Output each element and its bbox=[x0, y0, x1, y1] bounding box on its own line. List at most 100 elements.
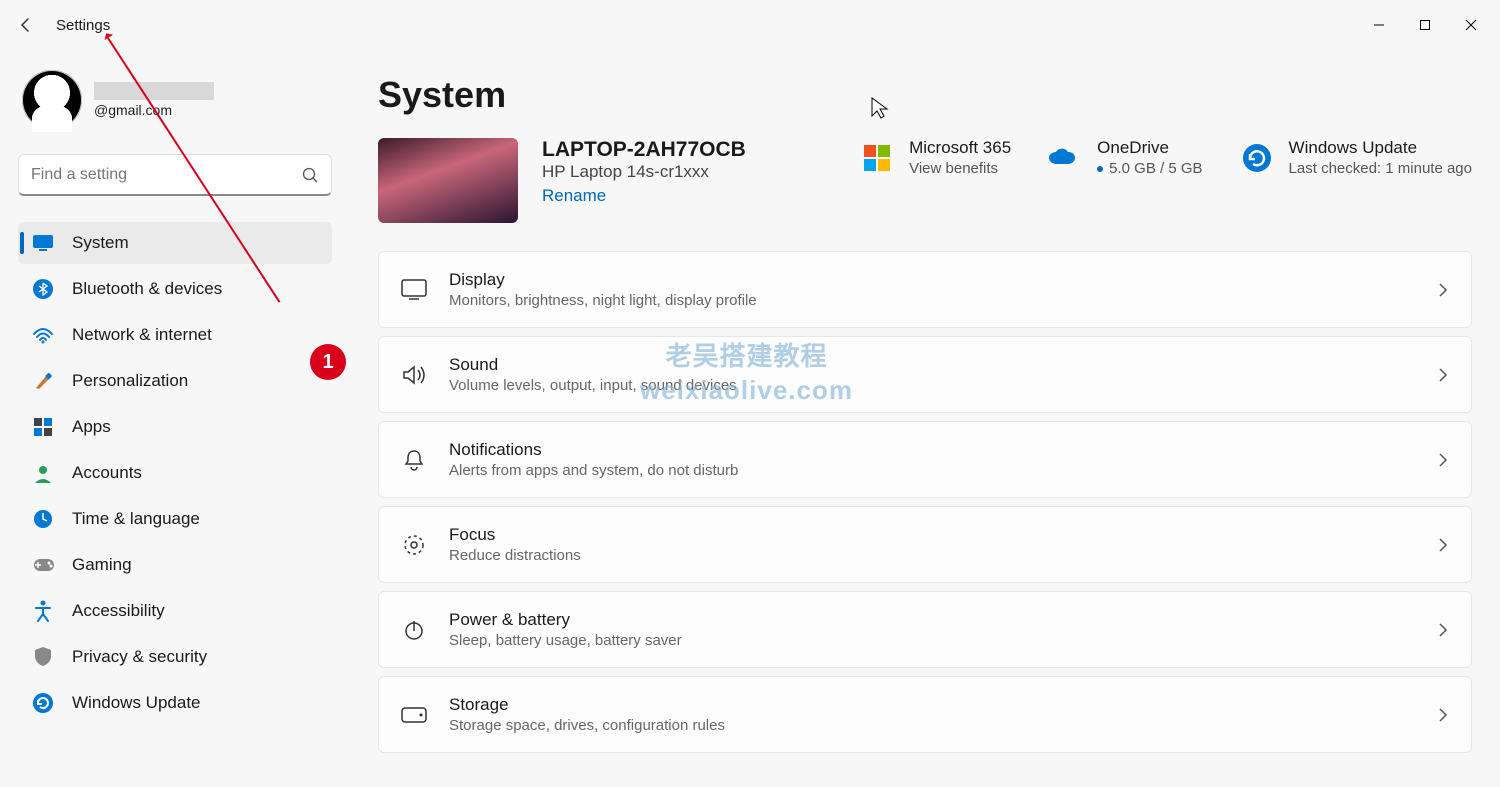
user-name-redacted bbox=[94, 82, 214, 100]
card-subtitle: Reduce distractions bbox=[449, 547, 1415, 564]
nav-label: Accessibility bbox=[72, 601, 165, 621]
nav-label: Privacy & security bbox=[72, 647, 207, 667]
card-title: Power & battery bbox=[449, 610, 1415, 630]
close-icon bbox=[1465, 19, 1477, 31]
card-power[interactable]: Power & battery Sleep, battery usage, bat… bbox=[378, 591, 1472, 668]
card-focus[interactable]: Focus Reduce distractions bbox=[378, 506, 1472, 583]
chevron-right-icon bbox=[1437, 367, 1449, 383]
nav-time-language[interactable]: Time & language bbox=[18, 498, 332, 540]
status-onedrive[interactable]: OneDrive 5.0 GB / 5 GB bbox=[1047, 138, 1202, 177]
bell-icon bbox=[401, 447, 427, 473]
card-storage[interactable]: Storage Storage space, drives, configurat… bbox=[378, 676, 1472, 753]
arrow-left-icon bbox=[18, 17, 34, 33]
nav-windows-update[interactable]: Windows Update bbox=[18, 682, 332, 724]
card-subtitle: Storage space, drives, configuration rul… bbox=[449, 717, 1415, 734]
bluetooth-icon bbox=[32, 278, 54, 300]
display-icon bbox=[401, 277, 427, 303]
tile-title: OneDrive bbox=[1097, 138, 1202, 158]
close-button[interactable] bbox=[1448, 9, 1494, 41]
update-icon bbox=[1239, 140, 1275, 176]
card-notifications[interactable]: Notifications Alerts from apps and system… bbox=[378, 421, 1472, 498]
nav-gaming[interactable]: Gaming bbox=[18, 544, 332, 586]
paintbrush-icon bbox=[32, 370, 54, 392]
nav-accounts[interactable]: Accounts bbox=[18, 452, 332, 494]
nav-privacy[interactable]: Privacy & security bbox=[18, 636, 332, 678]
chevron-right-icon bbox=[1437, 537, 1449, 553]
status-windows-update[interactable]: Windows Update Last checked: 1 minute ag… bbox=[1239, 138, 1472, 177]
chevron-right-icon bbox=[1437, 707, 1449, 723]
storage-icon bbox=[401, 702, 427, 728]
device-thumbnail bbox=[378, 138, 518, 223]
card-subtitle: Sleep, battery usage, battery saver bbox=[449, 632, 1415, 649]
gamepad-icon bbox=[32, 554, 54, 576]
nav-label: Network & internet bbox=[72, 325, 212, 345]
tile-subtitle: View benefits bbox=[909, 160, 1011, 177]
nav-label: Apps bbox=[72, 417, 111, 437]
system-icon bbox=[32, 232, 54, 254]
card-subtitle: Monitors, brightness, night light, displ… bbox=[449, 292, 1415, 309]
card-title: Sound bbox=[449, 355, 1415, 375]
chevron-right-icon bbox=[1437, 282, 1449, 298]
user-email: @gmail.com bbox=[94, 102, 214, 118]
nav-label: Personalization bbox=[72, 371, 188, 391]
tile-title: Microsoft 365 bbox=[909, 138, 1011, 158]
nav-label: Time & language bbox=[72, 509, 200, 529]
nav-apps[interactable]: Apps bbox=[18, 406, 332, 448]
search-box[interactable] bbox=[18, 154, 332, 196]
chevron-right-icon bbox=[1437, 622, 1449, 638]
nav-accessibility[interactable]: Accessibility bbox=[18, 590, 332, 632]
window-title: Settings bbox=[56, 17, 110, 34]
card-subtitle: Volume levels, output, input, sound devi… bbox=[449, 377, 1415, 394]
shield-icon bbox=[32, 646, 54, 668]
chevron-right-icon bbox=[1437, 452, 1449, 468]
onedrive-icon bbox=[1047, 140, 1083, 176]
tile-subtitle: 5.0 GB / 5 GB bbox=[1097, 160, 1202, 177]
focus-icon bbox=[401, 532, 427, 558]
sound-icon bbox=[401, 362, 427, 388]
device-model: HP Laptop 14s-cr1xxx bbox=[542, 162, 746, 182]
wifi-icon bbox=[32, 324, 54, 346]
search-icon bbox=[301, 166, 319, 184]
nav-label: Accounts bbox=[72, 463, 142, 483]
nav-system[interactable]: System bbox=[18, 222, 332, 264]
card-title: Display bbox=[449, 270, 1415, 290]
maximize-button[interactable] bbox=[1402, 9, 1448, 41]
status-m365[interactable]: Microsoft 365 View benefits bbox=[859, 138, 1011, 177]
nav-label: Gaming bbox=[72, 555, 132, 575]
card-title: Storage bbox=[449, 695, 1415, 715]
device-header: LAPTOP-2AH77OCB HP Laptop 14s-cr1xxx Ren… bbox=[378, 138, 1472, 223]
clock-globe-icon bbox=[32, 508, 54, 530]
avatar bbox=[22, 70, 82, 130]
page-title: System bbox=[378, 74, 1472, 116]
card-display[interactable]: Display Monitors, brightness, night light… bbox=[378, 251, 1472, 328]
apps-icon bbox=[32, 416, 54, 438]
device-name: LAPTOP-2AH77OCB bbox=[542, 138, 746, 162]
nav-label: System bbox=[72, 233, 129, 253]
nav-label: Windows Update bbox=[72, 693, 201, 713]
tile-subtitle: Last checked: 1 minute ago bbox=[1289, 160, 1472, 177]
card-sound[interactable]: Sound Volume levels, output, input, sound… bbox=[378, 336, 1472, 413]
maximize-icon bbox=[1419, 19, 1431, 31]
minimize-icon bbox=[1373, 19, 1385, 31]
back-button[interactable] bbox=[6, 5, 46, 45]
minimize-button[interactable] bbox=[1356, 9, 1402, 41]
rename-link[interactable]: Rename bbox=[542, 186, 606, 206]
main-content: System LAPTOP-2AH77OCB HP Laptop 14s-cr1… bbox=[350, 50, 1500, 787]
nav-personalization[interactable]: Personalization bbox=[18, 360, 332, 402]
tile-title: Windows Update bbox=[1289, 138, 1472, 158]
search-input[interactable] bbox=[31, 166, 301, 184]
power-icon bbox=[401, 617, 427, 643]
person-icon bbox=[32, 462, 54, 484]
titlebar: Settings bbox=[0, 0, 1500, 50]
nav: System Bluetooth & devices Network & int… bbox=[18, 222, 332, 724]
update-icon bbox=[32, 692, 54, 714]
card-title: Notifications bbox=[449, 440, 1415, 460]
user-profile[interactable]: @gmail.com bbox=[18, 70, 332, 130]
card-subtitle: Alerts from apps and system, do not dist… bbox=[449, 462, 1415, 479]
nav-bluetooth[interactable]: Bluetooth & devices bbox=[18, 268, 332, 310]
nav-network[interactable]: Network & internet bbox=[18, 314, 332, 356]
card-title: Focus bbox=[449, 525, 1415, 545]
nav-label: Bluetooth & devices bbox=[72, 279, 222, 299]
accessibility-icon bbox=[32, 600, 54, 622]
window-controls bbox=[1356, 9, 1494, 41]
